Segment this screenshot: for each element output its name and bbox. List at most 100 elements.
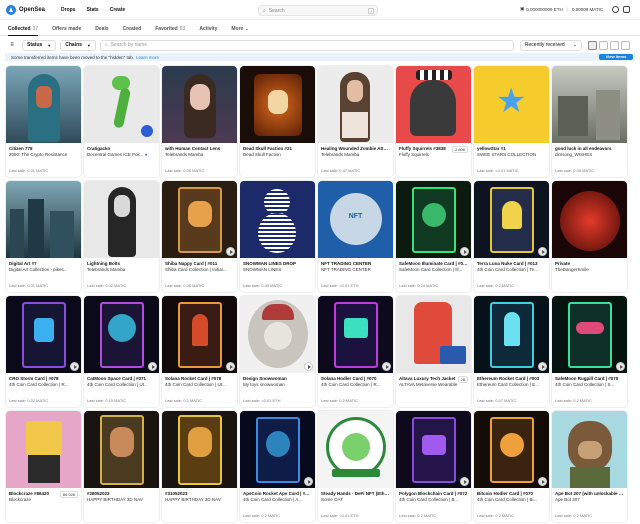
collection-name[interactable]: Dead Skull Faction: [243, 152, 312, 157]
collection-name[interactable]: NFT TRADING CENTER: [321, 267, 390, 272]
collection-name[interactable]: SNOWMAN LINES: [243, 267, 312, 272]
filter-icon[interactable]: ≡: [6, 40, 18, 51]
play-icon[interactable]: [304, 362, 313, 371]
tab-offers-made[interactable]: Offers made: [52, 22, 81, 36]
sort-dropdown[interactable]: Recently received ⌄: [519, 39, 582, 51]
nft-image[interactable]: [396, 296, 471, 373]
nft-card[interactable]: 84 026 Blockcraze #86420 Blockcraze: [6, 411, 81, 522]
nft-image[interactable]: [84, 66, 159, 143]
wallet-balance[interactable]: ▣ 0.000000009 ETH | 0.00008 MATIC: [520, 6, 603, 12]
nft-image[interactable]: [474, 181, 549, 258]
nft-image[interactable]: [552, 181, 627, 258]
nft-image[interactable]: [552, 411, 627, 488]
nft-image[interactable]: [240, 411, 315, 488]
nft-card[interactable]: CRO Storm Card | #078 4th Coin Card Colle…: [6, 296, 81, 407]
collection-name[interactable]: 4th Coin Card Collection | S...: [555, 382, 624, 387]
nft-image[interactable]: [396, 411, 471, 488]
tab-favorited[interactable]: Favorited 63: [155, 22, 185, 36]
collection-name[interactable]: 4th Coin Card Collection | B...: [399, 497, 468, 502]
collection-name[interactable]: 2050: The Crypto Resistance: [9, 152, 78, 157]
play-icon[interactable]: [226, 247, 235, 256]
nft-image[interactable]: [240, 66, 315, 143]
nft-card[interactable]: 2 806 Fluffy Squirrels #3838 Fluffy Squirr…: [396, 66, 471, 177]
view-items-button[interactable]: View items: [599, 54, 633, 60]
nft-image[interactable]: [162, 411, 237, 488]
collection-name[interactable]: HAPPY BIRTHDAY 3D NAV: [87, 497, 156, 502]
play-icon[interactable]: [226, 362, 235, 371]
nft-image[interactable]: [318, 66, 393, 143]
nft-card[interactable]: NFT NFT TRADING CENTER NFT TRADING CENTER L…: [318, 181, 393, 292]
nft-card[interactable]: Bitcoin Hodler Card | #070 4th Coin Card …: [474, 411, 549, 522]
play-icon[interactable]: [382, 362, 391, 371]
play-icon[interactable]: [460, 477, 469, 486]
nft-image[interactable]: [6, 66, 81, 143]
play-icon[interactable]: [538, 362, 547, 371]
nft-image[interactable]: [162, 66, 237, 143]
grid-large-icon[interactable]: [587, 40, 597, 50]
collection-name[interactable]: 4th Coin Card Collection | Ut...: [87, 382, 156, 387]
tab-collected[interactable]: Collected 37: [8, 22, 39, 36]
name-search-input[interactable]: ⌕ Search by name: [99, 39, 514, 51]
nft-card[interactable]: Ape Bot 207 (with unlockable con... Ape B…: [552, 411, 627, 522]
nft-image[interactable]: NFT: [318, 181, 393, 258]
nav-stats[interactable]: Stats: [86, 7, 98, 13]
collection-name[interactable]: 4th Coin Card Collection | Ut...: [165, 382, 234, 387]
collection-name[interactable]: SafeMoon Card Collection | Ill...: [399, 267, 468, 272]
nft-card[interactable]: Terra Luna Nuke Card | #013 4th Coin Card…: [474, 181, 549, 292]
nft-image[interactable]: [6, 411, 81, 488]
nft-image[interactable]: [552, 66, 627, 143]
nft-image[interactable]: [240, 296, 315, 373]
grid-small-icon[interactable]: [609, 40, 619, 50]
nft-card[interactable]: Private TheDangerSmile: [552, 181, 627, 292]
nft-image[interactable]: ★: [474, 66, 549, 143]
play-icon[interactable]: [148, 362, 157, 371]
collection-name[interactable]: Decentral Games ICE Pok... ●: [87, 152, 156, 157]
play-icon[interactable]: [304, 477, 313, 486]
nft-card[interactable]: SNOWMAN LINES DROP SNOWMAN LINES Last sale…: [240, 181, 315, 292]
tab-more[interactable]: More ⌄: [231, 22, 249, 36]
tab-activity[interactable]: Activity: [199, 22, 217, 36]
nft-image[interactable]: [474, 296, 549, 373]
nft-card[interactable]: Steady Hands - DeFi NFT (Ethereum)Some O…: [318, 411, 393, 522]
collection-name[interactable]: 4th Coin Card Collection | R...: [9, 382, 78, 387]
nav-create[interactable]: Create: [110, 7, 126, 13]
collection-name[interactable]: Telebrands Mamba: [87, 267, 156, 272]
nft-card[interactable]: Healing Wounded Zombie Attack Telebrands …: [318, 66, 393, 177]
collection-name[interactable]: SWEE STARS COLLECTION: [477, 152, 546, 157]
cart-icon[interactable]: [623, 6, 630, 13]
collection-name[interactable]: Telebrands Mamba: [165, 152, 234, 157]
collection-name[interactable]: 4th Coin Card Collection | Bi...: [477, 497, 546, 502]
nft-card[interactable]: Polygon Blockchain Card | #072 4th Coin C…: [396, 411, 471, 522]
nft-image[interactable]: [162, 181, 237, 258]
nft-card[interactable]: ApeCoin Rocket Ape Card | #074 4th Coin C…: [240, 411, 315, 522]
nft-image[interactable]: [318, 411, 393, 488]
nft-card[interactable]: SafeMoon Rugpill Card | #070 4th Coin Car…: [552, 296, 627, 407]
nft-image[interactable]: [396, 66, 471, 143]
learn-more-link[interactable]: Learn more: [136, 55, 159, 60]
collection-name[interactable]: Some OAT: [321, 497, 390, 502]
nft-card[interactable]: #31052023 HAPPY BIRTHDAY 3D NAV: [162, 411, 237, 522]
collection-name[interactable]: Ape Bot 207: [555, 497, 624, 502]
nft-card[interactable]: Digital Art #7 Digital Art Collection - p…: [6, 181, 81, 292]
nft-card[interactable]: Shiba Nappy Card | #011 Shiba Card Collec…: [162, 181, 237, 292]
nft-card[interactable]: CatMoon Space Card | #071 4th Coin Card C…: [84, 296, 159, 407]
play-icon[interactable]: [538, 247, 547, 256]
nft-image[interactable]: [6, 181, 81, 258]
collection-name[interactable]: dimsong_WISHES: [555, 152, 624, 157]
opensea-logo[interactable]: OpenSea: [6, 4, 45, 15]
grid-medium-icon[interactable]: [598, 40, 608, 50]
nft-image[interactable]: [474, 411, 549, 488]
nft-image[interactable]: [162, 296, 237, 373]
tab-deals[interactable]: Deals: [95, 22, 108, 36]
collection-name[interactable]: ALTAVA Metaverse Wearable: [399, 382, 468, 387]
collection-name[interactable]: 4th Coin Card Collection | A...: [243, 497, 312, 502]
nft-image[interactable]: [396, 181, 471, 258]
nft-card[interactable]: 28 Altava Luxury Tech Jacket ALTAVA Metave…: [396, 296, 471, 407]
play-icon[interactable]: [70, 362, 79, 371]
nft-image[interactable]: [6, 296, 81, 373]
collection-name[interactable]: HAPPY BIRTHDAY 3D NAV: [165, 497, 234, 502]
nft-card[interactable]: Solana Rocket Card | #078 4th Coin Card C…: [162, 296, 237, 407]
nft-card[interactable]: good luck in all endeavors dimsong_WISHES…: [552, 66, 627, 177]
nft-image[interactable]: [240, 181, 315, 258]
nft-card[interactable]: #28052023 HAPPY BIRTHDAY 3D NAV: [84, 411, 159, 522]
